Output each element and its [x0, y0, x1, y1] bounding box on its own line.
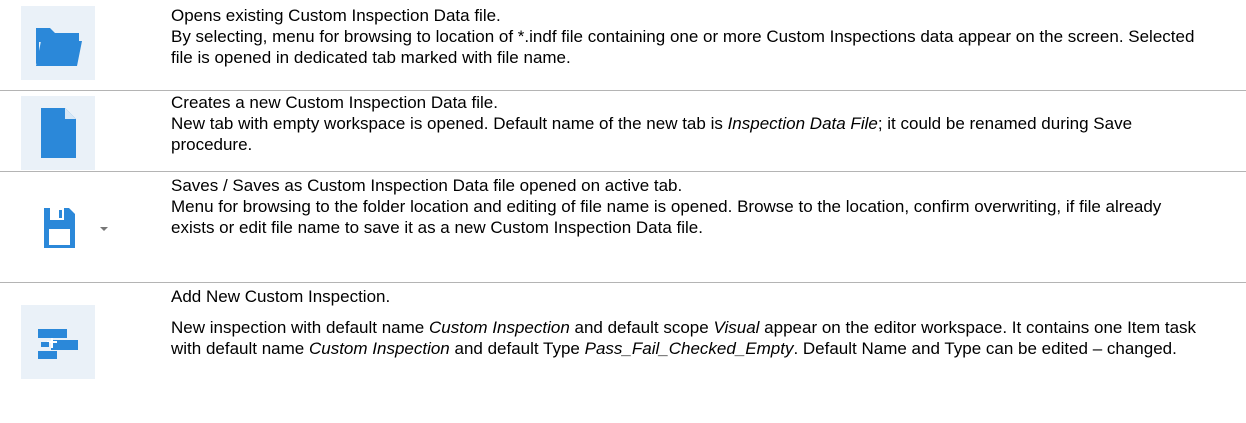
new-button[interactable]: [21, 96, 95, 170]
row-save: Saves / Saves as Custom Inspection Data …: [0, 172, 1246, 282]
row-new: Creates a new Custom Inspection Data fil…: [0, 91, 1246, 171]
row-open-body: By selecting, menu for browsing to locat…: [171, 27, 1195, 67]
add-inspection-icon: [38, 329, 78, 359]
row-save-body: Menu for browsing to the folder location…: [171, 197, 1162, 237]
chevron-down-icon[interactable]: [97, 224, 111, 234]
save-icon: [44, 208, 75, 248]
row-add-title: Add New Custom Inspection.: [171, 287, 391, 306]
open-button[interactable]: [21, 6, 95, 80]
row-add-inspection: Add New Custom Inspection. New inspectio…: [0, 283, 1246, 423]
row-save-title: Saves / Saves as Custom Inspection Data …: [171, 176, 683, 195]
row-new-body: New tab with empty workspace is opened. …: [171, 114, 1133, 154]
add-inspection-button[interactable]: [21, 305, 95, 379]
row-new-title: Creates a new Custom Inspection Data fil…: [171, 93, 498, 112]
row-add-body: New inspection with default name Custom …: [171, 318, 1197, 358]
toolbar-help-table: Opens existing Custom Inspection Data fi…: [0, 0, 1246, 423]
save-button[interactable]: [21, 191, 125, 265]
row-open-title: Opens existing Custom Inspection Data fi…: [171, 6, 501, 25]
new-file-icon: [41, 108, 76, 158]
folder-open-icon: [36, 28, 82, 66]
row-open: Opens existing Custom Inspection Data fi…: [0, 0, 1246, 90]
